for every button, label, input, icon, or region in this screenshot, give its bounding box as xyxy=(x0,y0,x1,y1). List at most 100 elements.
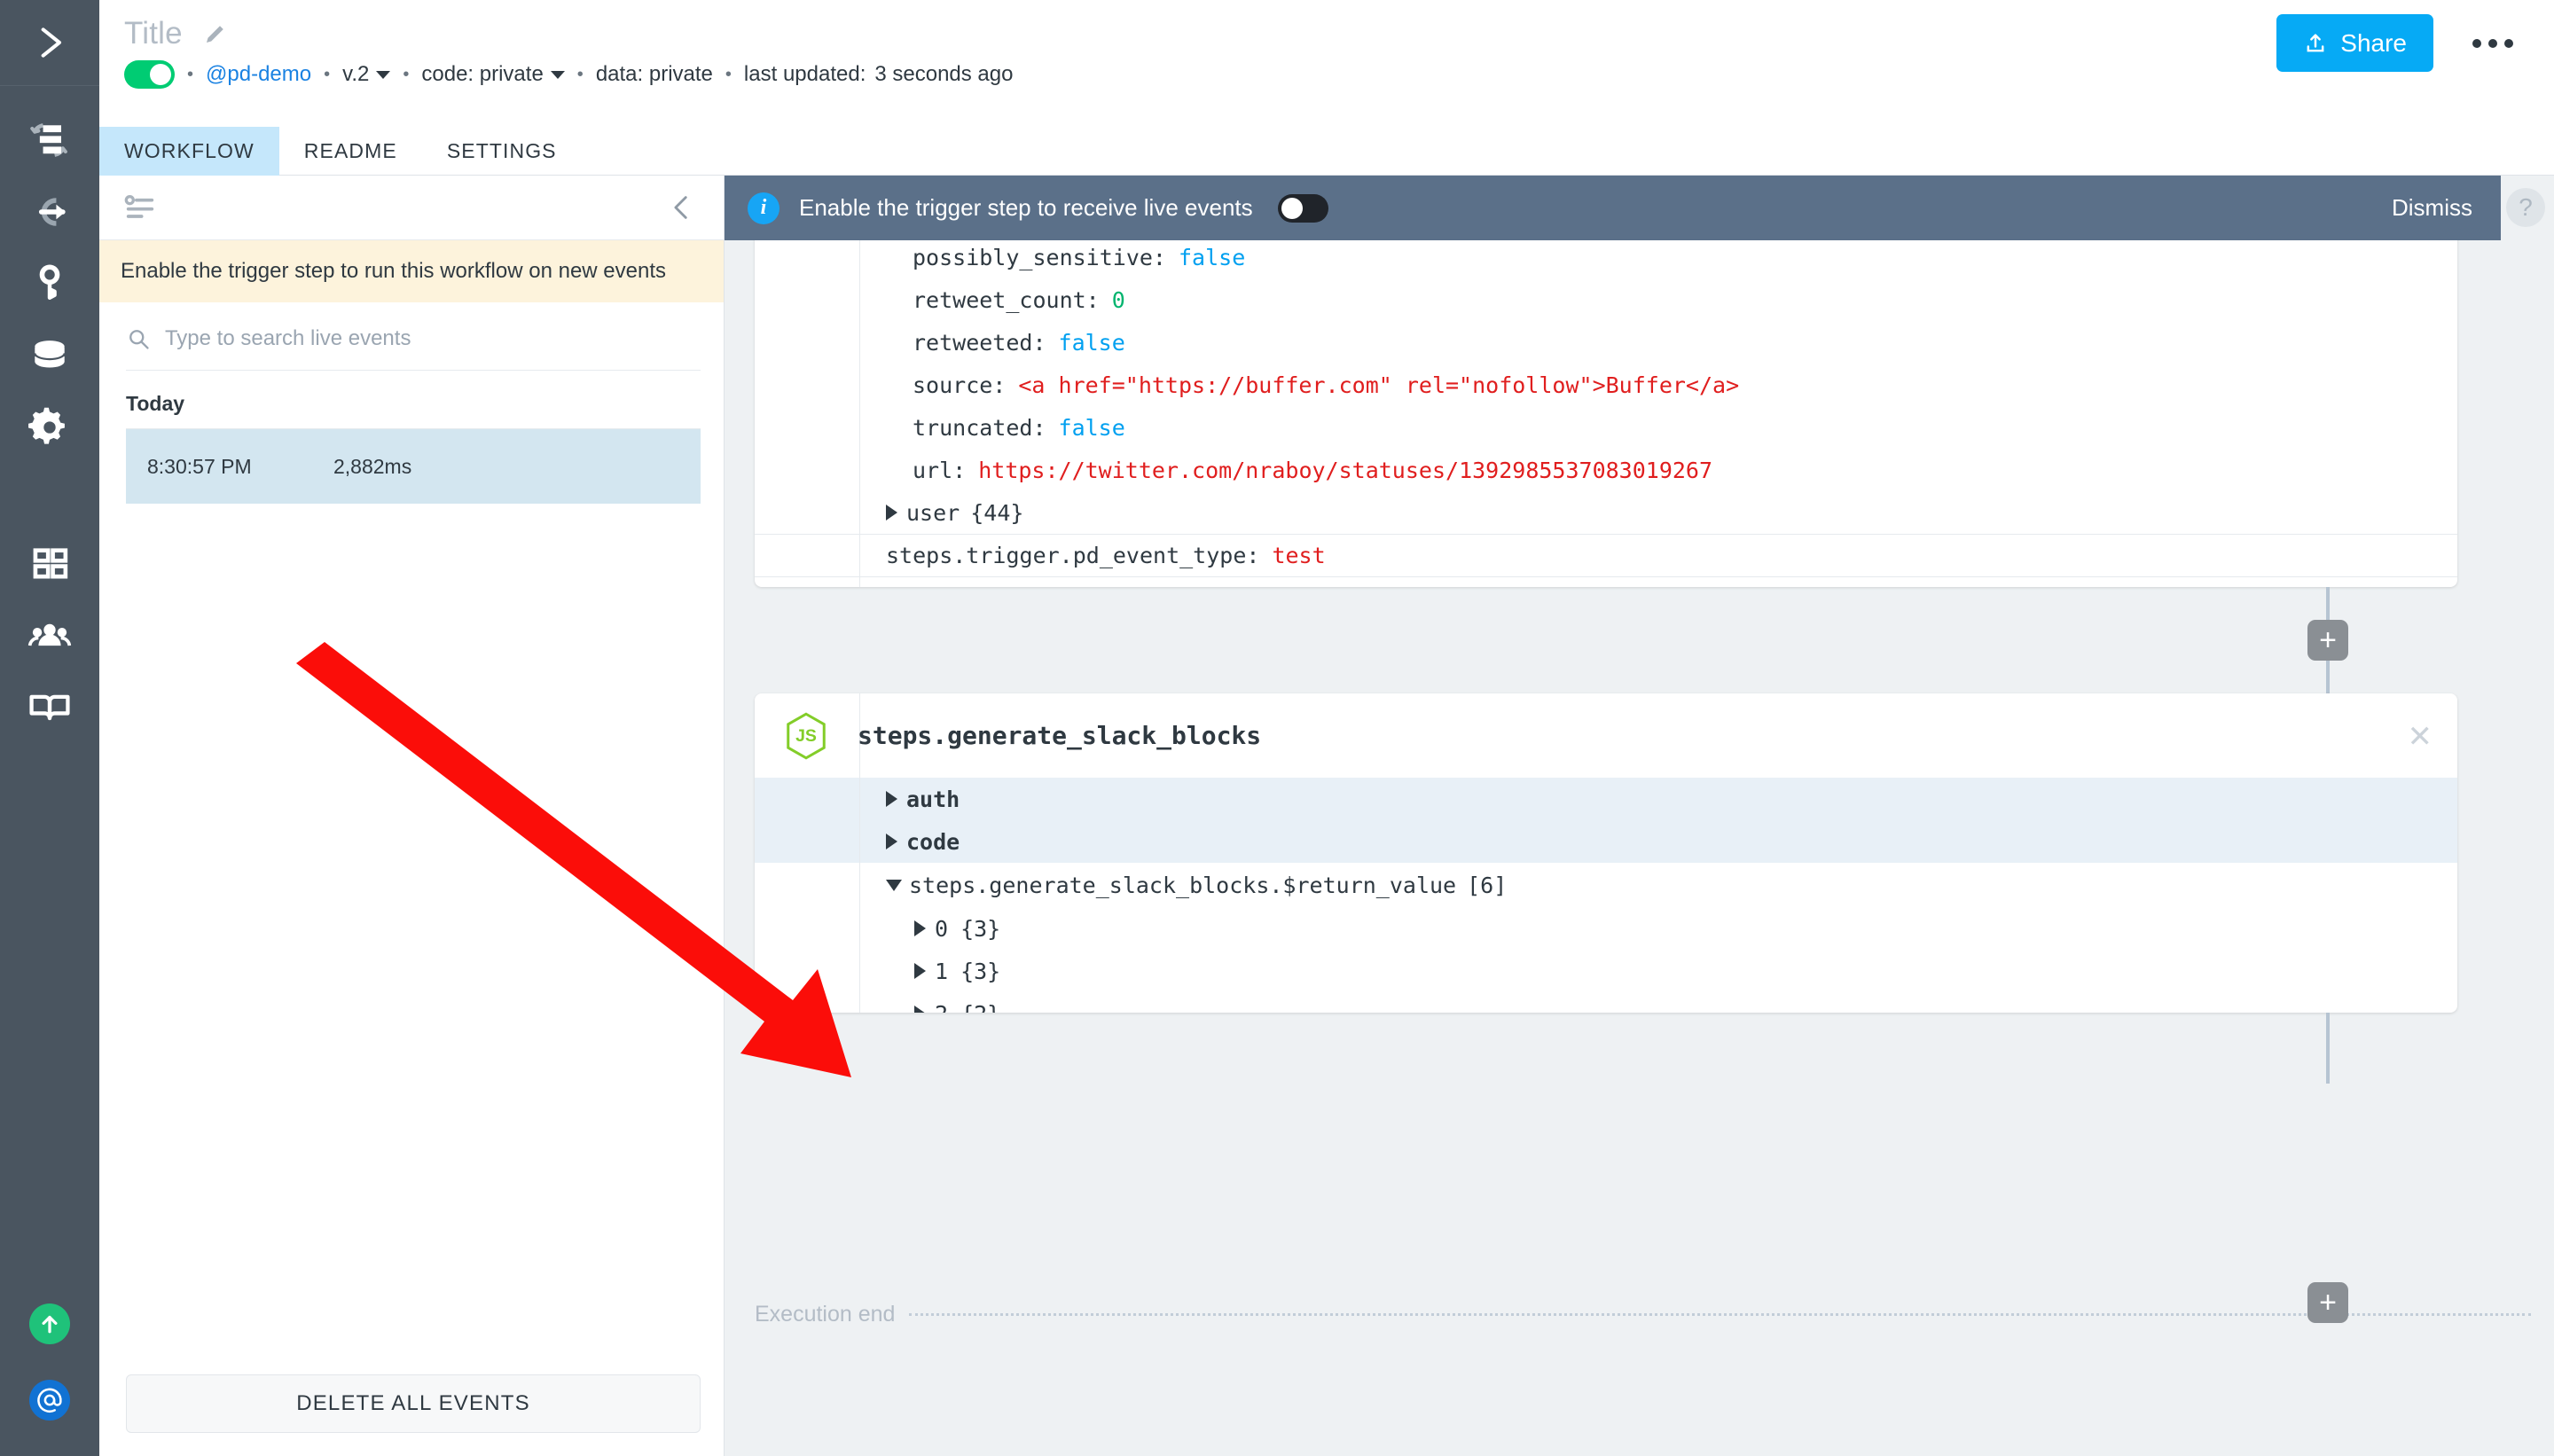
code-visibility-selector[interactable]: code: private xyxy=(421,62,565,87)
expand-triangle-icon[interactable] xyxy=(886,505,897,521)
event-list-item[interactable]: 8:30:57 PM 2,882ms xyxy=(126,429,701,504)
json-value: <a href="https://buffer.com" rel="nofoll… xyxy=(1018,372,1740,398)
share-button[interactable]: Share xyxy=(2276,14,2433,72)
add-step-button-upper[interactable]: + xyxy=(2307,620,2348,661)
live-events-toggle[interactable] xyxy=(1277,193,1328,223)
ellipsis-icon xyxy=(2472,38,2481,48)
item-count: {3} xyxy=(960,958,1001,984)
json-row-raw-event[interactable]: steps.trigger.raw_event {30} xyxy=(755,576,2457,587)
return-value-label: steps.generate_slack_blocks.$return_valu… xyxy=(909,872,1457,898)
workflow-header: Title • @pd-demo • v.2 • code: private •… xyxy=(99,0,2554,127)
sidebar-item-settings[interactable] xyxy=(0,391,99,463)
rail-divider-gap xyxy=(0,463,99,527)
return-item-1[interactable]: 1 {3} xyxy=(755,950,2457,992)
more-options-button[interactable] xyxy=(2464,30,2522,57)
section-label: auth xyxy=(906,786,960,812)
last-updated-value: 3 seconds ago xyxy=(874,62,1014,86)
chevron-down-icon xyxy=(550,70,565,79)
help-button[interactable]: ? xyxy=(2506,188,2545,227)
info-banner-message: Enable the trigger step to receive live … xyxy=(799,194,1253,221)
tab-readme[interactable]: README xyxy=(279,127,422,176)
step-return-value-row[interactable]: steps.generate_slack_blocks.$return_valu… xyxy=(755,863,2457,907)
item-index: 2 xyxy=(935,1001,948,1014)
expand-triangle-icon[interactable] xyxy=(914,963,926,979)
live-events-info-banner: i Enable the trigger step to receive liv… xyxy=(725,176,2501,240)
delete-all-events-button[interactable]: DELETE ALL EVENTS xyxy=(126,1374,701,1433)
expand-triangle-icon[interactable] xyxy=(914,920,926,936)
sidebar-item-data-stores[interactable] xyxy=(0,319,99,391)
json-key: user xyxy=(906,499,960,526)
expand-triangle-icon[interactable] xyxy=(886,791,897,807)
workspace-link[interactable]: @pd-demo xyxy=(206,62,311,87)
meta-separator: • xyxy=(403,65,410,84)
support-button[interactable] xyxy=(29,1380,70,1421)
expand-triangle-icon[interactable] xyxy=(914,1006,926,1013)
sources-icon xyxy=(38,197,66,226)
key-icon xyxy=(39,263,60,300)
dismiss-banner-button[interactable]: Dismiss xyxy=(2392,194,2472,222)
svg-text:JS: JS xyxy=(795,726,817,746)
rail-collapse-button[interactable] xyxy=(0,0,99,86)
collapse-triangle-icon[interactable] xyxy=(886,879,902,891)
left-icon-rail xyxy=(0,0,99,1456)
collapse-events-panel-button[interactable] xyxy=(667,192,697,223)
expand-triangle-icon[interactable] xyxy=(886,834,897,849)
workflow-body: Enable the trigger step to run this work… xyxy=(99,176,2554,1456)
tab-label: SETTINGS xyxy=(446,139,557,162)
return-value-count: [6] xyxy=(1467,872,1508,898)
sidebar-item-team[interactable] xyxy=(0,599,99,670)
upgrade-arrow-up-icon xyxy=(42,1315,58,1334)
execution-end-label: Execution end xyxy=(755,1302,896,1327)
workflow-meta-row: • @pd-demo • v.2 • code: private • data:… xyxy=(99,60,2554,89)
close-icon[interactable]: ✕ xyxy=(2408,722,2433,752)
events-panel-header xyxy=(99,176,724,240)
sidebar-item-sources[interactable] xyxy=(0,176,99,247)
sidebar-item-apps[interactable] xyxy=(0,527,99,599)
json-value: 0 xyxy=(1111,286,1125,313)
json-value: https://twitter.com/nraboy/statuses/1392… xyxy=(978,457,1713,483)
plus-icon: + xyxy=(2319,623,2337,657)
json-key: url: xyxy=(913,457,967,483)
step-section-code[interactable]: code xyxy=(755,820,2457,863)
event-list-icon[interactable] xyxy=(122,190,158,225)
return-item-0[interactable]: 0 {3} xyxy=(755,907,2457,950)
ellipsis-icon xyxy=(2488,38,2497,48)
tab-bar: WORKFLOW README SETTINGS xyxy=(99,127,2554,176)
database-icon xyxy=(34,340,66,368)
people-icon xyxy=(27,623,72,646)
meta-separator: • xyxy=(324,65,331,84)
upgrade-button[interactable] xyxy=(29,1303,70,1344)
json-row-possibly-sensitive: possibly_sensitive: false xyxy=(755,236,2457,278)
meta-separator: • xyxy=(725,65,732,84)
share-upload-icon xyxy=(2307,33,2324,51)
edit-title-button[interactable] xyxy=(202,20,229,47)
return-item-2[interactable]: 2 {2} xyxy=(755,992,2457,1013)
meta-separator: • xyxy=(187,65,194,84)
sidebar-item-workflows[interactable] xyxy=(0,104,99,176)
sidebar-item-docs[interactable] xyxy=(0,670,99,742)
step-section-auth[interactable]: auth xyxy=(755,778,2457,820)
version-selector[interactable]: v.2 xyxy=(342,62,391,87)
workflow-enabled-toggle[interactable] xyxy=(124,60,175,89)
apps-grid-icon xyxy=(33,547,68,578)
sidebar-item-accounts[interactable] xyxy=(0,247,99,319)
event-duration: 2,882ms xyxy=(333,454,412,478)
tab-settings[interactable]: SETTINGS xyxy=(422,127,582,176)
json-count: {44} xyxy=(970,499,1024,526)
step-name: steps.generate_slack_blocks xyxy=(858,721,1262,750)
share-button-label: Share xyxy=(2340,28,2407,57)
json-row-retweet-count: retweet_count: 0 xyxy=(755,278,2457,321)
toggle-knob xyxy=(1281,197,1303,219)
json-value: false xyxy=(1178,244,1246,270)
json-row-user[interactable]: user {44} xyxy=(755,491,2457,534)
search-input[interactable] xyxy=(164,326,701,351)
add-step-button-lower[interactable]: + xyxy=(2307,1282,2348,1323)
json-count: {30} xyxy=(1192,585,1245,587)
json-key: retweet_count: xyxy=(913,286,1100,313)
workflows-icon xyxy=(30,122,67,157)
search-icon xyxy=(129,330,149,349)
json-key: steps.trigger.raw_event xyxy=(874,585,1181,587)
event-time: 8:30:57 PM xyxy=(147,454,252,478)
execution-end-dashed-line xyxy=(909,1313,2531,1316)
tab-workflow[interactable]: WORKFLOW xyxy=(99,127,279,176)
